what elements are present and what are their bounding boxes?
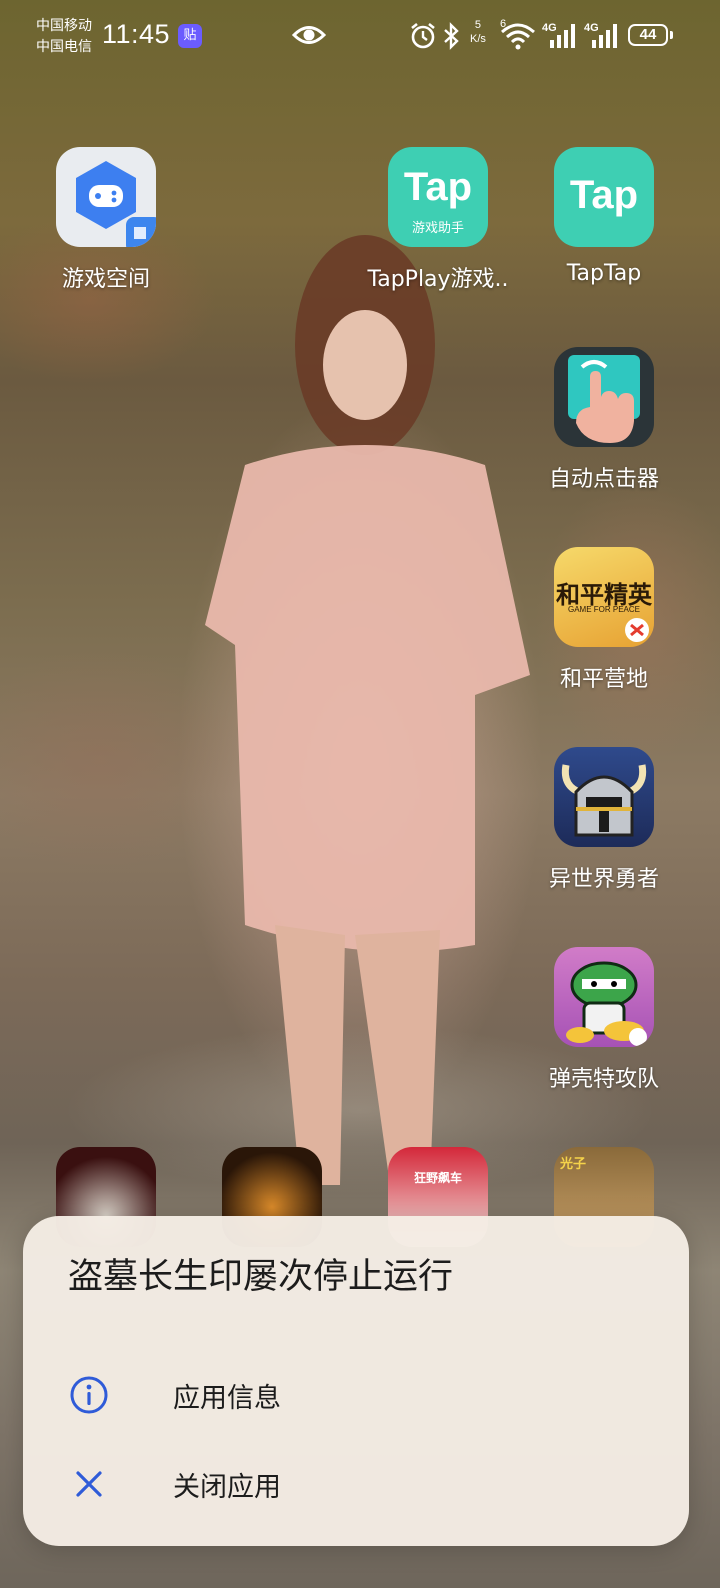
app-icon-3-text: 狂野飙车 [413,1171,462,1185]
otherworld-hero-icon [554,747,654,847]
app-tapplay[interactable]: Tap 游戏助手 TapPlay游戏.. [363,147,513,293]
status-bar: 中国移动 中国电信 11:45 贴 5 K/s 6 4G 4G 44 [0,0,720,74]
carrier-1: 中国移动 [36,18,92,34]
peace-camp-icon: 和平精英 GAME FOR PEACE [554,547,654,647]
survivor-io-icon [554,947,654,1047]
app-game-space[interactable]: 游戏空间 [31,147,181,293]
wallpaper-image [205,235,530,1185]
app-info-label: 应用信息 [173,1383,281,1414]
app-auto-clicker[interactable]: 自动点击器 [529,347,679,493]
app-survivor-io[interactable]: 弹壳特攻队 [529,947,679,1093]
battery-icon: 44 [628,24,673,46]
notification-badge-icon: 贴 [178,24,202,48]
carrier-info: 中国移动 中国电信 [36,16,92,58]
app-taptap[interactable]: Tap TapTap [529,147,679,286]
app-otherworld-hero[interactable]: 异世界勇者 [529,747,679,893]
signal-2-icon [592,24,617,48]
app-label: 弹壳特攻队 [548,1067,659,1092]
close-app-option[interactable]: 关闭应用 [23,1443,689,1523]
speed-unit: K/s [470,33,486,45]
network-speed: 5 K/s [470,18,486,46]
tapplay-logo-text: Tap [403,165,473,209]
app-label: TapPlay游戏.. [367,267,509,292]
app-info-option[interactable]: 应用信息 [23,1354,689,1434]
peace-camp-logo-subtext: GAME FOR PEACE [567,605,640,614]
app-peace-camp[interactable]: 和平精英 GAME FOR PEACE 和平营地 [529,547,679,693]
app-label: 异世界勇者 [548,867,659,892]
app-crash-dialog: 盗墓长生印屡次停止运行 应用信息 关闭应用 [23,1216,689,1546]
speed-value: 5 [474,19,482,31]
app-icon-4-text: 光子 [560,1157,587,1172]
game-space-icon [56,147,156,247]
signal-1-icon [550,24,575,48]
eye-icon [292,26,326,44]
clock: 11:45 [102,19,171,49]
bluetooth-icon [444,22,459,50]
close-app-label: 关闭应用 [173,1472,281,1503]
taptap-logo-text: Tap [569,173,639,217]
alarm-icon [411,22,435,49]
home-screen: 中国移动 中国电信 11:45 贴 5 K/s 6 4G 4G 44 游戏空间 … [0,0,720,1588]
close-icon [76,1471,102,1497]
tapplay-icon: Tap 游戏助手 [388,147,488,247]
tapplay-logo-subtext: 游戏助手 [411,221,464,236]
app-label: 自动点击器 [548,467,659,492]
app-label: TapTap [566,261,642,286]
carrier-2: 中国电信 [36,39,92,55]
dialog-title: 盗墓长生印屡次停止运行 [68,1257,454,1297]
auto-clicker-icon [554,347,654,447]
taptap-icon: Tap [554,147,654,247]
app-label: 和平营地 [559,667,648,692]
wifi-tag: 6 [500,18,507,30]
app-label: 游戏空间 [61,267,150,292]
info-icon [70,1376,108,1414]
